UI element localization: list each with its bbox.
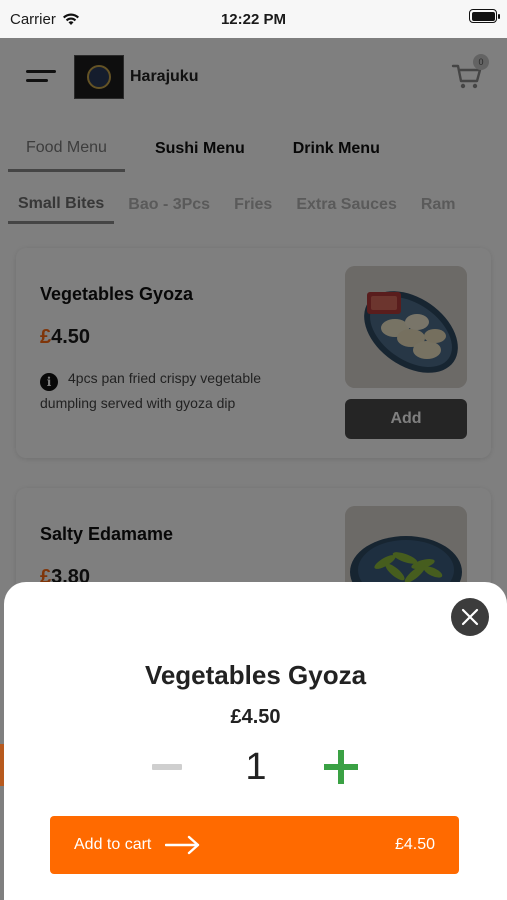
add-to-cart-label: Add to cart xyxy=(74,836,152,853)
wifi-icon xyxy=(62,13,79,25)
increase-quantity-button[interactable] xyxy=(324,750,358,784)
minus-icon xyxy=(152,764,182,770)
close-icon xyxy=(461,608,479,626)
cart-total: £4.50 xyxy=(394,836,435,853)
item-detail-sheet: Vegetables Gyoza £4.50 1 Add to cart £4.… xyxy=(4,582,507,900)
status-bar: Carrier 12:22 PM xyxy=(0,0,507,38)
add-to-cart-button[interactable]: Add to cart £4.50 xyxy=(50,816,459,874)
quantity-value: 1 xyxy=(245,746,267,788)
battery-icon xyxy=(469,9,500,23)
carrier-label: Carrier xyxy=(10,10,56,28)
sheet-item-name: Vegetables Gyoza xyxy=(144,660,367,690)
close-button[interactable] xyxy=(451,598,489,636)
decrease-quantity-button[interactable] xyxy=(150,754,184,780)
arrow-right-icon xyxy=(165,835,200,855)
quantity-stepper: 1 xyxy=(4,742,507,792)
sheet-item-price: £4.50 xyxy=(230,706,281,728)
carrier-group: Carrier xyxy=(10,11,80,28)
